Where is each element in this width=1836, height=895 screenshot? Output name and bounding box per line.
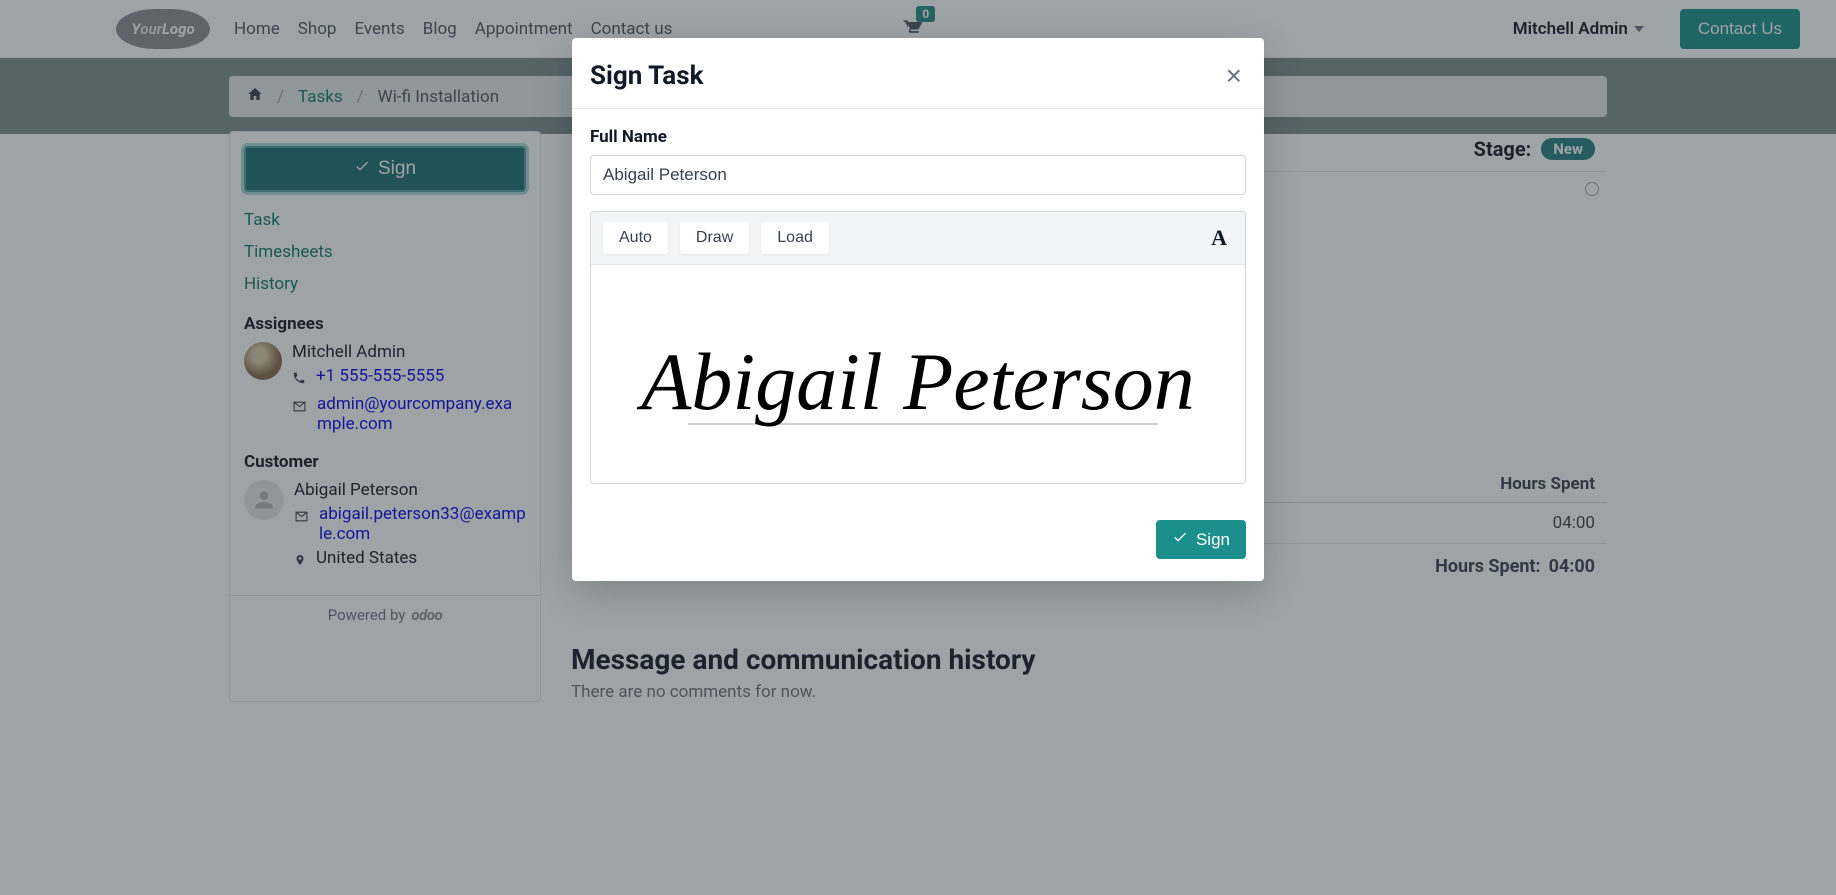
- tab-auto[interactable]: Auto: [603, 222, 668, 254]
- font-style-button[interactable]: A: [1211, 225, 1233, 251]
- signature-box: Auto Draw Load A Abigail Peterson: [590, 211, 1246, 484]
- full-name-label: Full Name: [590, 127, 1246, 147]
- signature-canvas[interactable]: Abigail Peterson: [591, 265, 1245, 483]
- full-name-input[interactable]: [590, 155, 1246, 195]
- modal-title: Sign Task: [590, 61, 703, 91]
- signature-tabs: Auto Draw Load A: [591, 212, 1245, 265]
- modal-sign-button-label: Sign: [1196, 530, 1230, 550]
- close-icon[interactable]: ×: [1222, 60, 1246, 92]
- check-icon: [1172, 529, 1188, 550]
- modal-sign-button[interactable]: Sign: [1156, 520, 1246, 559]
- tab-load[interactable]: Load: [761, 222, 829, 254]
- sign-task-modal: Sign Task × Full Name Auto Draw Load A A…: [572, 38, 1264, 581]
- signature-text: Abigail Peterson: [636, 336, 1194, 427]
- tab-draw[interactable]: Draw: [680, 222, 749, 254]
